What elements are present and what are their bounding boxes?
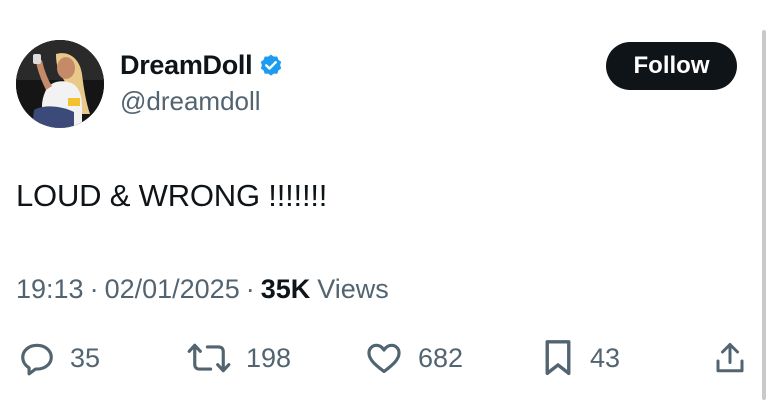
meta-separator: · [89, 274, 99, 304]
tweet-actions: 35 198 682 43 [0, 334, 770, 382]
tweet-time[interactable]: 19:13 [16, 274, 84, 305]
avatar[interactable] [16, 40, 104, 128]
meta-separator: · [245, 274, 255, 304]
views-count[interactable]: 35K [261, 274, 311, 305]
retweet-count: 198 [246, 342, 292, 373]
follow-button[interactable]: Follow [606, 42, 737, 90]
bookmark-button[interactable]: 43 [540, 334, 620, 382]
tweet-meta: 19:13 · 02/01/2025 · 35K Views [16, 274, 389, 305]
author-name-row: DreamDoll [120, 50, 284, 81]
tweet-date[interactable]: 02/01/2025 [105, 274, 240, 305]
like-count: 682 [418, 342, 464, 373]
bookmark-icon [540, 338, 576, 378]
scrollbar[interactable] [762, 30, 766, 400]
share-icon [712, 339, 748, 377]
bookmark-count: 43 [590, 342, 621, 373]
views-label[interactable]: Views [317, 274, 389, 305]
reply-icon [18, 339, 56, 377]
profile-photo [16, 40, 104, 128]
display-name[interactable]: DreamDoll [120, 50, 253, 81]
heart-icon [364, 339, 404, 377]
like-button[interactable]: 682 [364, 334, 463, 382]
author-handle[interactable]: @dreamdoll [120, 86, 261, 117]
retweet-icon [186, 339, 232, 377]
verified-badge-icon [258, 53, 284, 79]
share-button[interactable] [712, 334, 748, 382]
reply-count: 35 [70, 342, 101, 373]
tweet-card: DreamDoll @dreamdoll Follow LOUD & WRONG… [0, 0, 770, 415]
reply-button[interactable]: 35 [18, 334, 100, 382]
retweet-button[interactable]: 198 [186, 334, 291, 382]
tweet-text: LOUD & WRONG !!!!!!! [16, 178, 328, 213]
